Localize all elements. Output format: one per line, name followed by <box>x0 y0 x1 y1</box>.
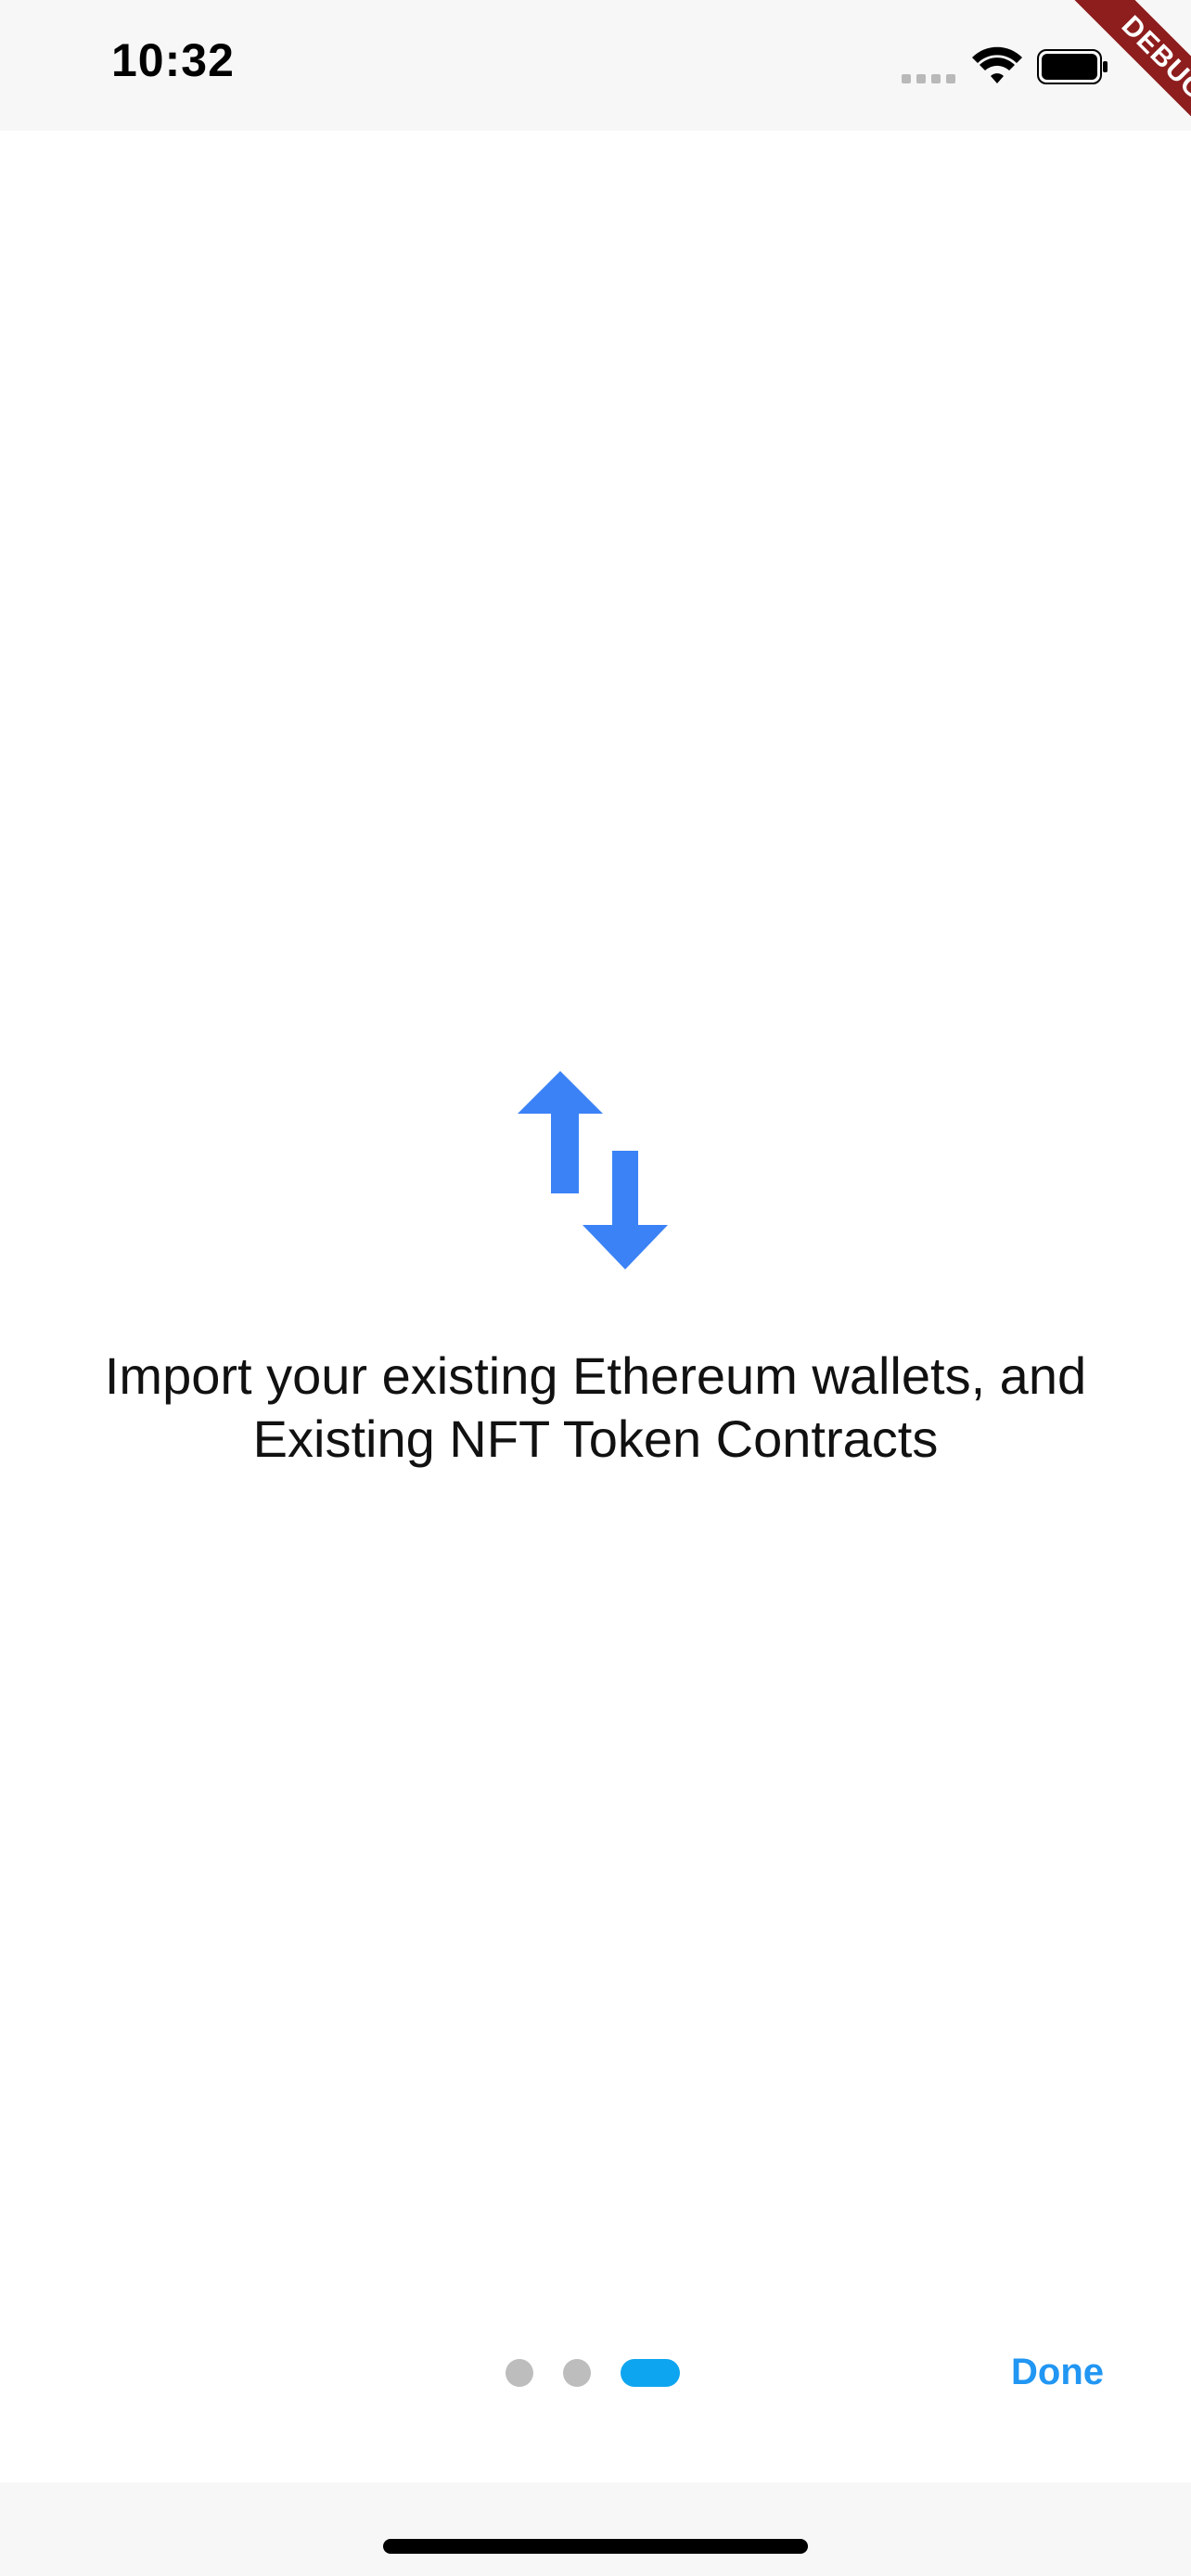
page-indicator <box>506 2359 680 2387</box>
wifi-icon <box>972 46 1022 83</box>
swap-vertical-icon <box>518 1071 668 1269</box>
page-dot-3-active[interactable] <box>621 2359 680 2387</box>
bottom-bar <box>0 2482 1191 2576</box>
status-time: 10:32 <box>111 34 235 86</box>
done-button[interactable]: Done <box>1011 2352 1104 2393</box>
page-dot-1[interactable] <box>506 2359 533 2387</box>
home-indicator[interactable] <box>383 2539 808 2554</box>
status-bar: 10:32 <box>0 0 1191 131</box>
battery-icon <box>1037 49 1108 84</box>
onboarding-page <box>0 131 1191 2482</box>
cellular-signal-icon <box>902 74 955 83</box>
onboarding-caption: Import your existing Ethereum wallets, a… <box>104 1346 1087 1468</box>
page-dot-2[interactable] <box>563 2359 591 2387</box>
